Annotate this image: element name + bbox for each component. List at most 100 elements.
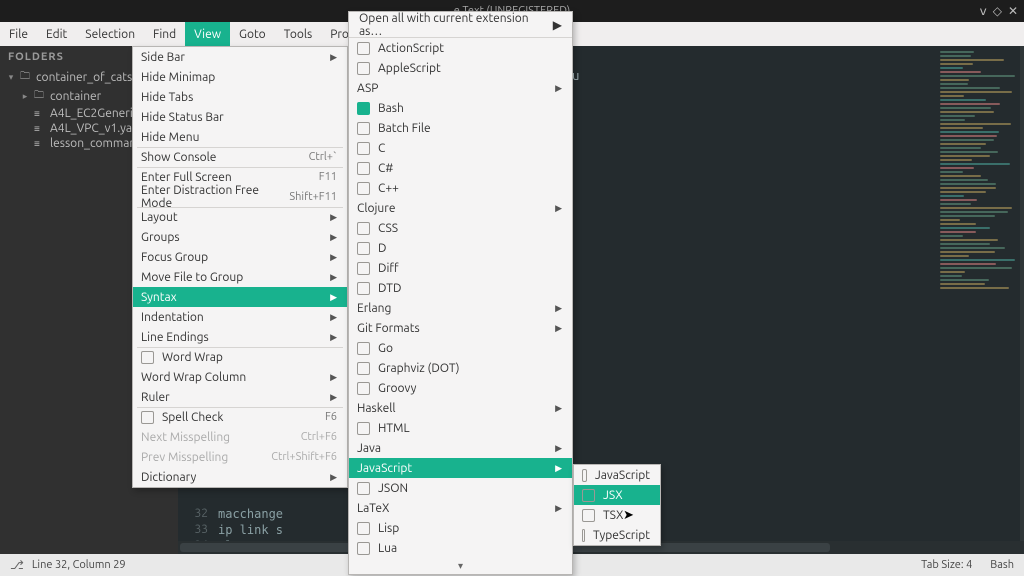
view-item-enter-distraction-free-mode[interactable]: Enter Distraction Free ModeShift+F11 xyxy=(133,187,347,207)
javascript-submenu: JavaScriptJSXTSXTypeScript xyxy=(573,464,661,546)
checkbox-icon xyxy=(357,62,370,75)
checkbox-icon xyxy=(357,422,370,435)
syntax-item-html[interactable]: HTML xyxy=(349,418,572,438)
view-item-move-file-to-group[interactable]: Move File to Group▶ xyxy=(133,267,347,287)
chevron-right-icon: ▶ xyxy=(330,332,337,343)
status-language[interactable]: Bash xyxy=(990,559,1014,571)
checkbox-icon xyxy=(357,342,370,355)
syntax-item-haskell[interactable]: Haskell▶ xyxy=(349,398,572,418)
status-tab-size[interactable]: Tab Size: 4 xyxy=(921,559,972,571)
view-item-groups[interactable]: Groups▶ xyxy=(133,227,347,247)
minimap[interactable] xyxy=(940,51,1020,351)
window-close-icon[interactable]: ✕ xyxy=(1008,4,1018,18)
syntax-submenu: Open all with current extension as… ▶ Ac… xyxy=(348,11,573,575)
checkbox-icon xyxy=(141,351,154,364)
syntax-item-applescript[interactable]: AppleScript xyxy=(349,58,572,78)
syntax-item-clojure[interactable]: Clojure▶ xyxy=(349,198,572,218)
chevron-right-icon: ▶ xyxy=(330,52,337,63)
checkbox-icon xyxy=(357,262,370,275)
view-item-spell-check[interactable]: Spell CheckF6 xyxy=(133,407,347,427)
syntax-item-graphviz-dot-[interactable]: Graphviz (DOT) xyxy=(349,358,572,378)
chevron-right-icon: ▶ xyxy=(555,323,562,334)
view-item-syntax[interactable]: Syntax▶ xyxy=(133,287,347,307)
syntax-item-asp[interactable]: ASP▶ xyxy=(349,78,572,98)
view-item-hide-menu[interactable]: Hide Menu xyxy=(133,127,347,147)
syntax-item-c-[interactable]: C++ xyxy=(349,178,572,198)
syntax-scroll-down-icon[interactable]: ▾ xyxy=(349,558,572,574)
menu-edit[interactable]: Edit xyxy=(37,22,76,46)
chevron-right-icon: ▶ xyxy=(330,292,337,303)
js-sub-javascript[interactable]: JavaScript xyxy=(574,465,660,485)
checkbox-icon xyxy=(582,489,595,502)
syntax-item-c-[interactable]: C# xyxy=(349,158,572,178)
syntax-item-css[interactable]: CSS xyxy=(349,218,572,238)
chevron-right-icon: ▶ xyxy=(330,212,337,223)
syntax-item-bash[interactable]: Bash xyxy=(349,98,572,118)
checkbox-icon xyxy=(141,411,154,424)
syntax-item-dtd[interactable]: DTD xyxy=(349,278,572,298)
checkbox-icon xyxy=(357,282,370,295)
vertical-scrollbar[interactable] xyxy=(1020,46,1024,541)
syntax-item-javascript[interactable]: JavaScript▶ xyxy=(349,458,572,478)
view-item-ruler[interactable]: Ruler▶ xyxy=(133,387,347,407)
view-item-hide-minimap[interactable]: Hide Minimap xyxy=(133,67,347,87)
checkbox-icon xyxy=(357,122,370,135)
branch-icon: ⎇ xyxy=(10,558,24,572)
window-maximize-icon[interactable]: ◇ xyxy=(993,4,1002,18)
view-item-layout[interactable]: Layout▶ xyxy=(133,207,347,227)
view-item-side-bar[interactable]: Side Bar▶ xyxy=(133,47,347,67)
chevron-right-icon: ▶ xyxy=(330,312,337,323)
view-item-indentation[interactable]: Indentation▶ xyxy=(133,307,347,327)
chevron-right-icon: ▶ xyxy=(555,443,562,454)
syntax-item-groovy[interactable]: Groovy xyxy=(349,378,572,398)
syntax-item-c[interactable]: C xyxy=(349,138,572,158)
view-item-word-wrap[interactable]: Word Wrap xyxy=(133,347,347,367)
syntax-item-java[interactable]: Java▶ xyxy=(349,438,572,458)
view-item-show-console[interactable]: Show ConsoleCtrl+` xyxy=(133,147,347,167)
js-sub-typescript[interactable]: TypeScript xyxy=(574,525,660,545)
js-sub-jsx[interactable]: JSX xyxy=(574,485,660,505)
syntax-item-d[interactable]: D xyxy=(349,238,572,258)
syntax-item-lisp[interactable]: Lisp xyxy=(349,518,572,538)
view-item-focus-group[interactable]: Focus Group▶ xyxy=(133,247,347,267)
view-item-line-endings[interactable]: Line Endings▶ xyxy=(133,327,347,347)
syntax-item-actionscript[interactable]: ActionScript xyxy=(349,38,572,58)
checkbox-icon xyxy=(357,222,370,235)
menu-file[interactable]: File xyxy=(0,22,37,46)
window-minimize-icon[interactable]: 𝗏 xyxy=(980,4,987,18)
view-item-hide-status-bar[interactable]: Hide Status Bar xyxy=(133,107,347,127)
js-sub-tsx[interactable]: TSX xyxy=(574,505,660,525)
checkbox-icon xyxy=(357,42,370,55)
folder-icon: 🗀 xyxy=(34,88,46,105)
chevron-right-icon: ▶ xyxy=(330,272,337,283)
menu-tools[interactable]: Tools xyxy=(275,22,322,46)
view-item-word-wrap-column[interactable]: Word Wrap Column▶ xyxy=(133,367,347,387)
checkbox-icon xyxy=(357,522,370,535)
chevron-right-icon: ▶ xyxy=(555,303,562,314)
chevron-right-icon: ▶ xyxy=(330,392,337,403)
view-item-next-misspelling: Next MisspellingCtrl+F6 xyxy=(133,427,347,447)
chevron-right-icon: ▶ xyxy=(555,463,562,474)
menu-find[interactable]: Find xyxy=(144,22,185,46)
syntax-item-diff[interactable]: Diff xyxy=(349,258,572,278)
view-item-hide-tabs[interactable]: Hide Tabs xyxy=(133,87,347,107)
view-item-dictionary[interactable]: Dictionary▶ xyxy=(133,467,347,487)
syntax-item-erlang[interactable]: Erlang▶ xyxy=(349,298,572,318)
syntax-item-batch-file[interactable]: Batch File xyxy=(349,118,572,138)
syntax-item-json[interactable]: JSON xyxy=(349,478,572,498)
chevron-right-icon: ▶ xyxy=(330,232,337,243)
syntax-item-lua[interactable]: Lua xyxy=(349,538,572,558)
menu-goto[interactable]: Goto xyxy=(230,22,275,46)
checkbox-icon xyxy=(357,182,370,195)
syntax-open-all[interactable]: Open all with current extension as… ▶ xyxy=(349,12,572,38)
checkbox-icon xyxy=(357,142,370,155)
chevron-right-icon: ▶ xyxy=(330,372,337,383)
status-cursor-pos[interactable]: Line 32, Column 29 xyxy=(32,559,126,571)
syntax-item-git-formats[interactable]: Git Formats▶ xyxy=(349,318,572,338)
menu-view[interactable]: View xyxy=(185,22,230,46)
chevron-right-icon: ▶ xyxy=(555,403,562,414)
chevron-right-icon: ▶ xyxy=(555,503,562,514)
menu-selection[interactable]: Selection xyxy=(76,22,144,46)
syntax-item-go[interactable]: Go xyxy=(349,338,572,358)
syntax-item-latex[interactable]: LaTeX▶ xyxy=(349,498,572,518)
